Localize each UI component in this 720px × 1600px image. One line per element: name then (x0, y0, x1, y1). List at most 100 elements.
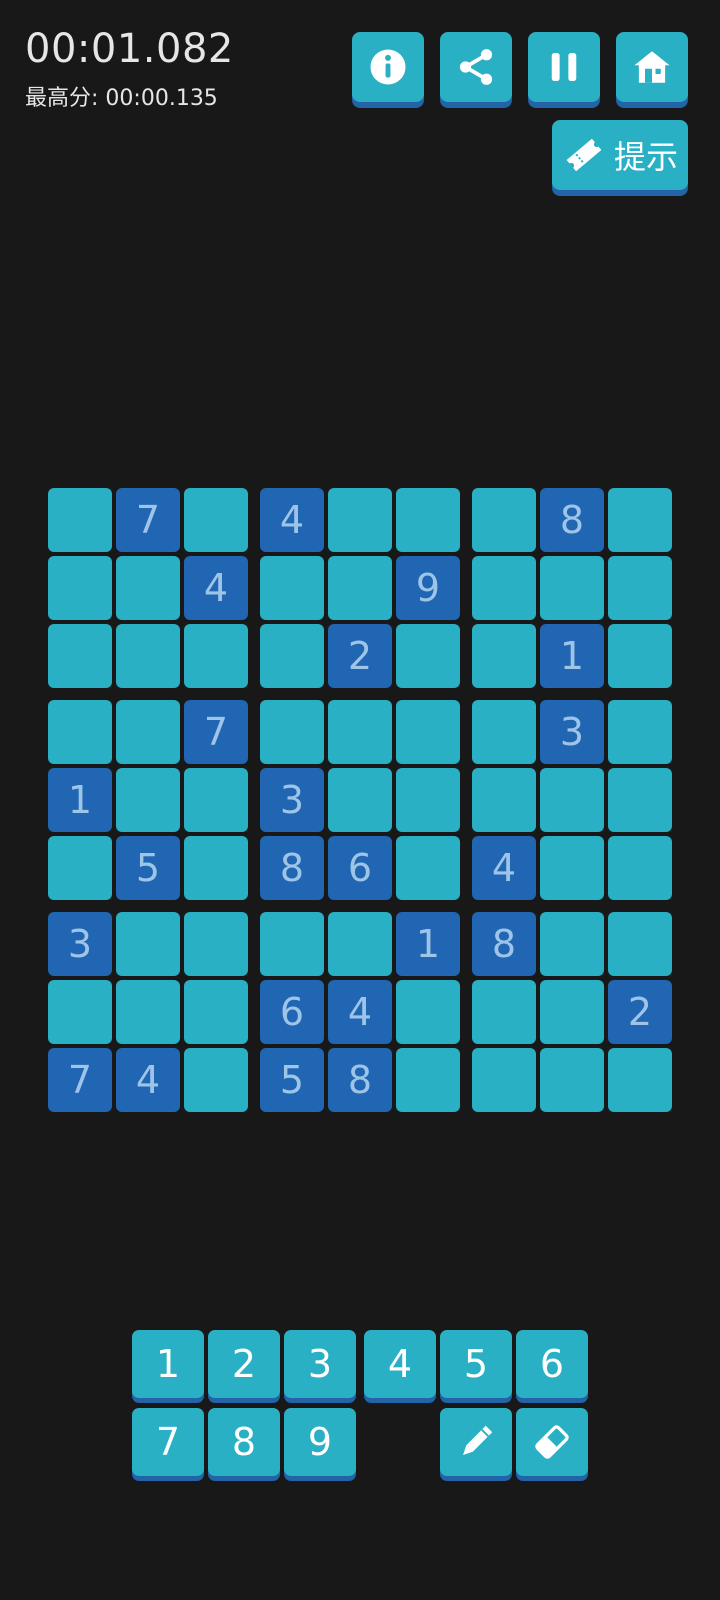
sudoku-cell[interactable] (48, 624, 112, 688)
sudoku-cell[interactable] (472, 624, 536, 688)
sudoku-cell[interactable] (260, 556, 324, 620)
sudoku-cell[interactable] (116, 980, 180, 1044)
sudoku-cell[interactable]: 9 (396, 556, 460, 620)
home-button[interactable] (616, 32, 688, 102)
sudoku-cell[interactable] (184, 980, 248, 1044)
pause-button[interactable] (528, 32, 600, 102)
eraser-button[interactable] (516, 1408, 588, 1476)
sudoku-cell[interactable]: 5 (260, 1048, 324, 1112)
sudoku-cell[interactable] (184, 488, 248, 552)
hint-button[interactable]: 提示 (552, 120, 688, 190)
sudoku-cell[interactable]: 4 (328, 980, 392, 1044)
sudoku-cell[interactable] (184, 912, 248, 976)
sudoku-cell[interactable]: 4 (472, 836, 536, 900)
sudoku-cell[interactable]: 2 (328, 624, 392, 688)
sudoku-cell[interactable] (540, 1048, 604, 1112)
sudoku-cell[interactable] (116, 768, 180, 832)
sudoku-cell[interactable]: 4 (184, 556, 248, 620)
sudoku-cell[interactable]: 2 (608, 980, 672, 1044)
sudoku-cell[interactable] (260, 700, 324, 764)
sudoku-cell[interactable] (540, 768, 604, 832)
sudoku-cell[interactable] (328, 768, 392, 832)
number-key[interactable]: 6 (516, 1330, 588, 1398)
sudoku-cell[interactable] (472, 980, 536, 1044)
sudoku-cell[interactable] (608, 836, 672, 900)
number-key[interactable]: 1 (132, 1330, 204, 1398)
sudoku-cell[interactable] (48, 556, 112, 620)
sudoku-cell[interactable] (396, 624, 460, 688)
sudoku-cell[interactable] (396, 700, 460, 764)
sudoku-cell[interactable] (608, 556, 672, 620)
sudoku-cell[interactable] (472, 768, 536, 832)
sudoku-cell[interactable]: 1 (540, 624, 604, 688)
sudoku-cell[interactable] (396, 768, 460, 832)
sudoku-cell[interactable] (540, 556, 604, 620)
sudoku-cell[interactable]: 8 (328, 1048, 392, 1112)
sudoku-cell[interactable] (328, 700, 392, 764)
sudoku-cell[interactable]: 8 (260, 836, 324, 900)
pencil-icon (463, 1425, 493, 1455)
info-button[interactable] (352, 32, 424, 102)
sudoku-cell[interactable]: 3 (540, 700, 604, 764)
number-key[interactable]: 3 (284, 1330, 356, 1398)
sudoku-cell[interactable] (116, 700, 180, 764)
sudoku-cell[interactable]: 3 (260, 768, 324, 832)
sudoku-cell[interactable] (396, 1048, 460, 1112)
sudoku-cell[interactable] (260, 624, 324, 688)
sudoku-cell[interactable] (184, 624, 248, 688)
share-button[interactable] (440, 32, 512, 102)
sudoku-cell[interactable]: 6 (328, 836, 392, 900)
sudoku-cell[interactable] (608, 488, 672, 552)
sudoku-cell[interactable] (48, 700, 112, 764)
sudoku-cell[interactable]: 5 (116, 836, 180, 900)
sudoku-cell[interactable] (608, 912, 672, 976)
sudoku-cell[interactable]: 8 (540, 488, 604, 552)
number-key[interactable]: 7 (132, 1408, 204, 1476)
sudoku-cell[interactable]: 8 (472, 912, 536, 976)
best-score-label: 最高分: (25, 86, 99, 111)
sudoku-cell[interactable] (184, 768, 248, 832)
sudoku-cell[interactable] (328, 488, 392, 552)
number-key[interactable]: 2 (208, 1330, 280, 1398)
sudoku-cell[interactable] (328, 556, 392, 620)
eraser-icon (535, 1425, 569, 1459)
sudoku-cell[interactable] (184, 836, 248, 900)
sudoku-cell[interactable] (328, 912, 392, 976)
sudoku-cell[interactable] (472, 488, 536, 552)
sudoku-cell[interactable] (116, 624, 180, 688)
sudoku-cell[interactable] (608, 700, 672, 764)
number-key[interactable]: 4 (364, 1330, 436, 1398)
sudoku-cell[interactable] (116, 912, 180, 976)
number-key[interactable]: 9 (284, 1408, 356, 1476)
sudoku-cell[interactable] (396, 488, 460, 552)
sudoku-cell[interactable] (116, 556, 180, 620)
sudoku-cell[interactable] (396, 980, 460, 1044)
sudoku-cell[interactable]: 1 (48, 768, 112, 832)
sudoku-cell[interactable] (260, 912, 324, 976)
sudoku-cell[interactable]: 7 (116, 488, 180, 552)
sudoku-cell[interactable] (48, 488, 112, 552)
sudoku-cell[interactable] (540, 836, 604, 900)
sudoku-cell[interactable] (540, 912, 604, 976)
sudoku-cell[interactable]: 7 (184, 700, 248, 764)
sudoku-cell[interactable]: 4 (116, 1048, 180, 1112)
sudoku-cell[interactable] (472, 1048, 536, 1112)
number-key[interactable]: 5 (440, 1330, 512, 1398)
sudoku-cell[interactable] (48, 836, 112, 900)
sudoku-cell[interactable] (608, 768, 672, 832)
sudoku-cell[interactable] (608, 624, 672, 688)
sudoku-cell[interactable]: 4 (260, 488, 324, 552)
sudoku-cell[interactable] (540, 980, 604, 1044)
sudoku-cell[interactable] (184, 1048, 248, 1112)
sudoku-cell[interactable] (608, 1048, 672, 1112)
sudoku-cell[interactable]: 7 (48, 1048, 112, 1112)
sudoku-cell[interactable]: 1 (396, 912, 460, 976)
sudoku-cell[interactable] (472, 556, 536, 620)
sudoku-cell[interactable]: 6 (260, 980, 324, 1044)
sudoku-cell[interactable] (472, 700, 536, 764)
sudoku-cell[interactable] (48, 980, 112, 1044)
sudoku-cell[interactable] (396, 836, 460, 900)
pencil-button[interactable] (440, 1408, 512, 1476)
sudoku-cell[interactable]: 3 (48, 912, 112, 976)
number-key[interactable]: 8 (208, 1408, 280, 1476)
